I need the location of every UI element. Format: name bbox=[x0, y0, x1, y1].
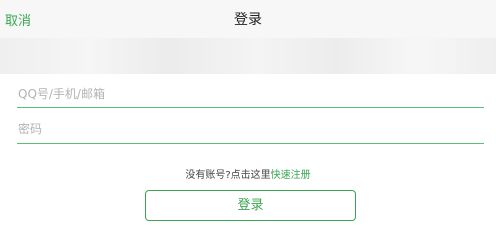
password-field[interactable] bbox=[17, 115, 484, 143]
blurred-banner-background bbox=[0, 38, 496, 74]
account-input[interactable] bbox=[17, 80, 484, 108]
password-field-underline bbox=[17, 143, 484, 144]
page-title: 登录 bbox=[234, 12, 262, 28]
password-input[interactable] bbox=[17, 115, 484, 143]
register-prompt-text: 没有账号?点击这里 bbox=[185, 170, 271, 181]
login-button[interactable]: 登录 bbox=[145, 190, 356, 221]
quick-register-link[interactable]: 快速注册 bbox=[271, 170, 311, 181]
top-bar: 取消 登录 bbox=[0, 0, 496, 38]
account-field[interactable] bbox=[17, 80, 484, 108]
account-field-underline bbox=[17, 107, 484, 108]
register-prompt-row: 没有账号?点击这里快速注册 bbox=[0, 166, 496, 181]
